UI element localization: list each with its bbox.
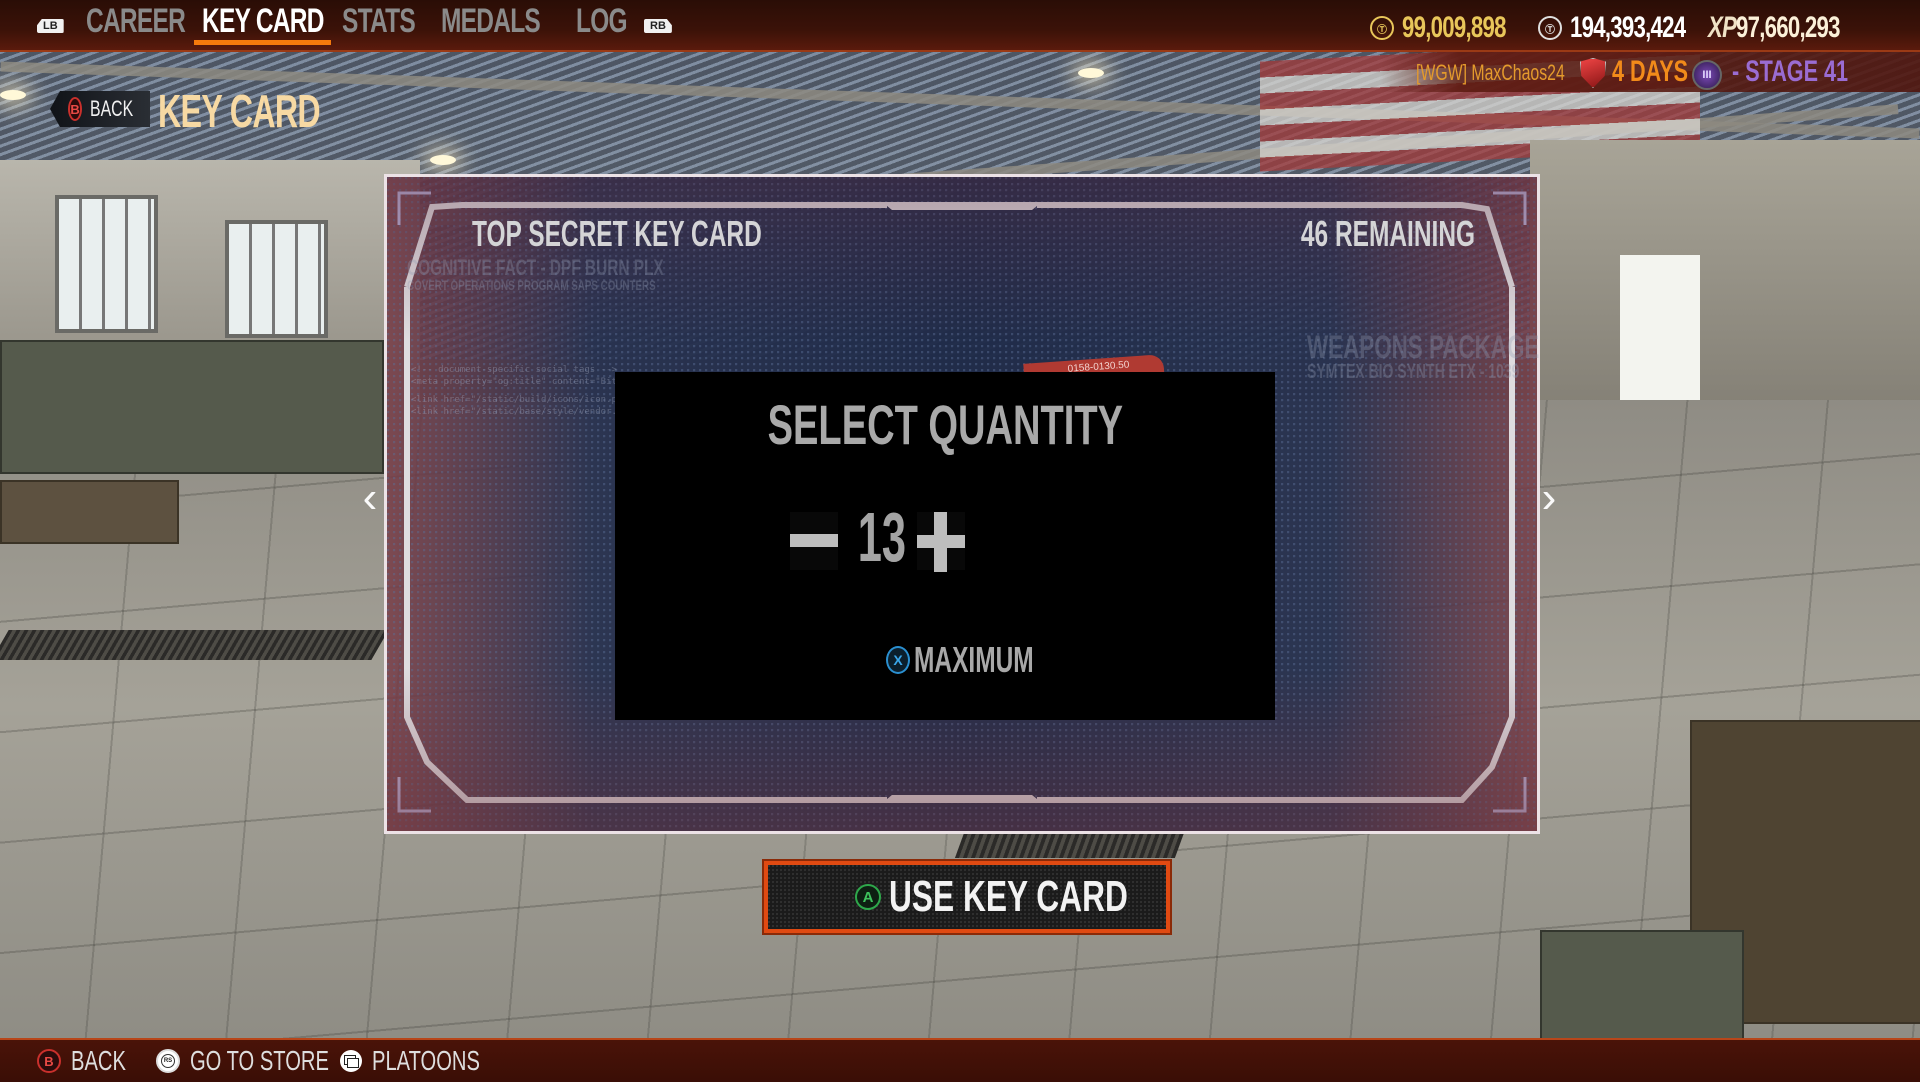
hint-platoons[interactable]: PLATOONS: [340, 1045, 522, 1076]
previous-card-arrow[interactable]: ‹: [357, 476, 383, 520]
x-button-icon: X: [886, 646, 910, 674]
premium-time: 4 DAYS: [1612, 55, 1689, 88]
rb-bumper-button[interactable]: RB: [644, 19, 672, 33]
floor-grate: [954, 830, 1186, 858]
xp-value: 97,660,293: [1736, 11, 1840, 44]
hint-back-label: BACK: [71, 1045, 126, 1076]
watermark-text: COVERT OPERATIONS PROGRAM SAPS COUNTERS: [407, 277, 656, 293]
use-key-card-button[interactable]: A USE KEY CARD: [762, 859, 1172, 935]
player-name: [WGW] MaxChaos24: [1416, 60, 1565, 85]
quantity-value: 13: [857, 498, 907, 576]
dialog-title: SELECT QUANTITY: [767, 393, 1123, 456]
floor-grate: [0, 630, 389, 660]
hangar-window: [55, 195, 158, 333]
ceiling-lamp: [0, 90, 26, 100]
stage-badge-icon: III: [1692, 60, 1722, 90]
hint-store-label: GO TO STORE: [190, 1045, 329, 1076]
gold-coin-icon: Ⓣ: [1370, 16, 1394, 40]
page-title: KEY CARD: [158, 85, 321, 137]
active-tab-indicator: [194, 40, 331, 45]
back-label: BACK: [90, 96, 134, 121]
silver-coin-icon: Ⓣ: [1538, 16, 1562, 40]
hint-back[interactable]: B BACK: [37, 1045, 147, 1076]
increase-quantity-button[interactable]: [917, 512, 965, 572]
stage-label: - STAGE 41: [1732, 55, 1849, 88]
hangar-window: [225, 220, 328, 338]
player-status-strip: [WGW] MaxChaos24 4 DAYS III - STAGE 41: [1380, 52, 1920, 92]
tab-medals[interactable]: MEDALS: [441, 0, 541, 46]
watermark-text: SYMTEX BIO SYNTH ETX - 1039: [1307, 361, 1520, 383]
bottom-hint-bar: B BACK RS GO TO STORE PLATOONS: [0, 1038, 1920, 1082]
back-button[interactable]: B BACK: [50, 91, 150, 127]
lb-bumper-button[interactable]: LB: [37, 19, 64, 33]
frame-top-notch: [882, 202, 1042, 210]
watermark-code: <!-- document-specific social tags -->: [411, 365, 617, 375]
credits-balance: Ⓣ 194,393,424: [1538, 10, 1726, 46]
b-button-icon: B: [68, 97, 83, 121]
rs-stick-icon: RS: [156, 1049, 180, 1073]
select-quantity-dialog: SELECT QUANTITY 13 X MAXIMUM: [615, 372, 1275, 720]
maximum-button[interactable]: X MAXIMUM: [615, 639, 1275, 680]
xp-icon: XP: [1708, 11, 1737, 44]
frame-bottom-notch: [882, 795, 1042, 803]
card-title: TOP SECRET KEY CARD: [472, 213, 762, 254]
credits-value: 194,393,424: [1570, 11, 1686, 44]
crate: [0, 480, 179, 544]
remaining-count: 46 REMAINING: [1300, 213, 1475, 254]
gold-value: 99,009,898: [1402, 11, 1506, 44]
decrease-quantity-button[interactable]: [790, 512, 838, 570]
generator: [1540, 930, 1744, 1044]
use-key-card-label: USE KEY CARD: [889, 872, 1128, 921]
b-button-icon: B: [37, 1049, 61, 1073]
top-navigation-bar: LB CAREER KEY CARD STATS MEDALS LOG RB Ⓣ…: [0, 0, 1920, 52]
ceiling-lamp: [1078, 68, 1104, 78]
workbench: [0, 340, 384, 474]
hangar-wall-right: [1530, 140, 1920, 440]
view-button-icon: [340, 1050, 362, 1072]
quantity-stepper: 13: [615, 498, 1275, 576]
tab-stats[interactable]: STATS: [342, 0, 416, 46]
ceiling-lamp: [430, 155, 456, 165]
xp-balance: XP 97,660,293: [1708, 10, 1876, 46]
tab-career[interactable]: CAREER: [86, 0, 186, 46]
shield-icon: [1580, 58, 1606, 88]
tab-log[interactable]: LOG: [576, 0, 628, 46]
maximum-label: MAXIMUM: [914, 639, 1034, 680]
a-button-icon: A: [855, 884, 881, 910]
hint-platoons-label: PLATOONS: [372, 1045, 480, 1076]
gold-balance: Ⓣ 99,009,898: [1370, 10, 1542, 46]
